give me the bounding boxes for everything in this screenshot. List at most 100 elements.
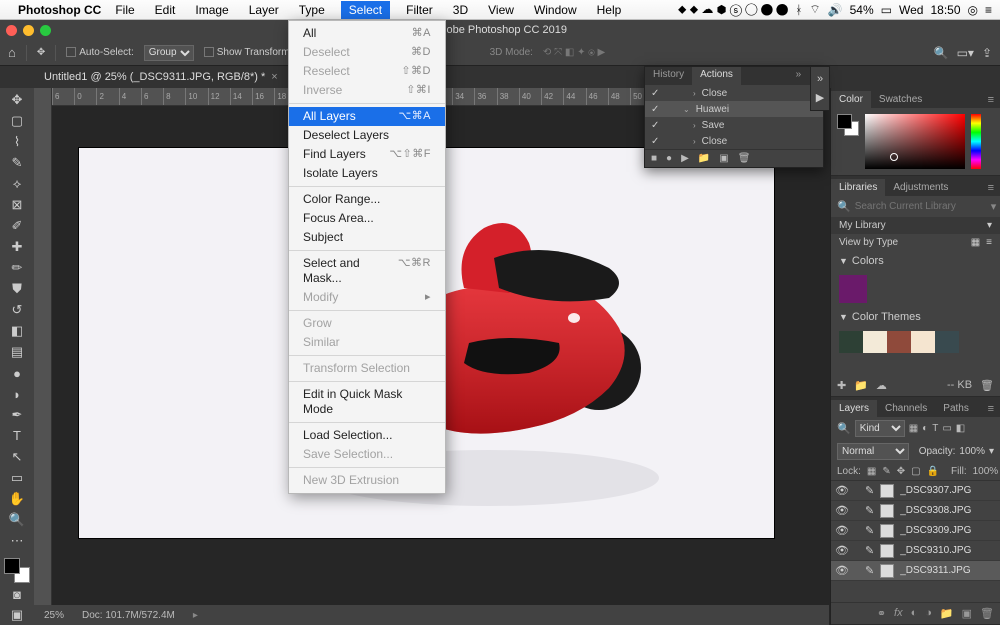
menu-item-select-and-mask-[interactable]: Select and Mask...⌥⌘R (289, 254, 445, 288)
new-set-icon[interactable]: 📁 (698, 153, 710, 164)
move-tool[interactable]: ✥ (3, 91, 31, 110)
zoom-level[interactable]: 25% (44, 610, 64, 621)
record-icon[interactable]: ● (666, 153, 672, 164)
new-action-icon[interactable]: ▣ (719, 153, 728, 164)
layer-row[interactable]: 👁✎_DSC9311.JPG (831, 561, 1000, 581)
healing-tool[interactable]: ✚ (3, 238, 31, 257)
menu-item-deselect-layers[interactable]: Deselect Layers (289, 126, 445, 145)
menu-item-subject[interactable]: Subject (289, 228, 445, 247)
menu-edit[interactable]: Edit (151, 1, 180, 19)
menu-item-load-selection-[interactable]: Load Selection... (289, 426, 445, 445)
filter-pixel-icon[interactable]: ▦ (909, 423, 918, 434)
delete-action-icon[interactable]: 🗑 (738, 153, 751, 164)
fx-icon[interactable]: fx (894, 607, 903, 620)
visibility-icon[interactable]: 👁 (835, 484, 847, 497)
menu-select[interactable]: Select (341, 1, 390, 19)
spotlight-icon[interactable]: ◎ (968, 3, 978, 17)
stop-icon[interactable]: ■ (651, 153, 657, 164)
new-layer-icon[interactable]: ▣ (962, 607, 972, 620)
window-maximize-button[interactable] (40, 25, 51, 36)
lock-position-icon[interactable]: ✥ (897, 466, 905, 477)
volume-icon[interactable]: 🔊 (828, 3, 843, 17)
menu-3d[interactable]: 3D (449, 1, 472, 19)
layer-row[interactable]: 👁✎_DSC9307.JPG (831, 481, 1000, 501)
group-icon[interactable]: 📁 (940, 607, 954, 620)
screen-mode-toggle[interactable]: ▣ (3, 606, 31, 625)
lock-icon[interactable]: 🔒 (927, 466, 939, 477)
doc-size[interactable]: Doc: 101.7M/572.4M (82, 610, 175, 621)
home-icon[interactable]: ⌂ (8, 45, 16, 60)
menu-item-edit-in-quick-mask-mode[interactable]: Edit in Quick Mask Mode (289, 385, 445, 419)
menu-item-all[interactable]: All⌘A (289, 24, 445, 43)
notification-icon[interactable]: ≡ (985, 3, 992, 17)
vertical-ruler[interactable] (34, 88, 52, 625)
hue-slider[interactable] (971, 114, 981, 169)
cloud-icon[interactable]: ☁ (876, 379, 887, 392)
menu-type[interactable]: Type (295, 1, 329, 19)
visibility-icon[interactable]: 👁 (835, 504, 847, 517)
opacity-value[interactable]: 100% (959, 446, 985, 457)
tab-paths[interactable]: Paths (935, 400, 977, 417)
layer-row[interactable]: 👁✎_DSC9309.JPG (831, 521, 1000, 541)
link-layers-icon[interactable]: ⚭ (877, 607, 886, 620)
color-fg-bg[interactable] (837, 114, 859, 136)
bluetooth-icon[interactable]: ᚼ (795, 3, 802, 17)
quick-select-tool[interactable]: ✎ (3, 154, 31, 173)
menu-help[interactable]: Help (593, 1, 626, 19)
panel-menu-icon[interactable]: ≡ (982, 401, 1000, 417)
panel-menu-icon[interactable]: ≡ (982, 180, 1000, 196)
panel-menu-icon[interactable]: ≡ (982, 92, 1000, 108)
hand-tool[interactable]: ✋ (3, 489, 31, 508)
tab-libraries[interactable]: Libraries (831, 179, 885, 196)
dodge-tool[interactable]: ◗ (3, 385, 31, 404)
eyedropper-tool[interactable]: ✐ (3, 217, 31, 236)
share-icon[interactable]: ⇪ (982, 46, 992, 60)
visibility-icon[interactable]: 👁 (835, 544, 847, 557)
visibility-icon[interactable]: 👁 (835, 564, 847, 577)
mask-icon[interactable]: ◐ (911, 607, 918, 620)
lock-artboard-icon[interactable]: ▢ (911, 466, 920, 477)
type-tool[interactable]: T (3, 427, 31, 446)
library-search[interactable]: 🔍 ▾ (831, 196, 1000, 217)
menu-item-find-layers[interactable]: Find Layers⌥⇧⌘F (289, 145, 445, 164)
menu-item-focus-area-[interactable]: Focus Area... (289, 209, 445, 228)
action-row[interactable]: ✓›Close (645, 133, 823, 149)
workspace-icon[interactable]: ▭▾ (957, 46, 974, 60)
gradient-tool[interactable]: ▤ (3, 343, 31, 362)
filter-kind-dropdown[interactable]: Kind (855, 420, 905, 437)
brush-tool[interactable]: ✏ (3, 259, 31, 278)
pen-tool[interactable]: ✒ (3, 406, 31, 425)
filter-adjust-icon[interactable]: ◐ (922, 423, 928, 434)
history-brush-tool[interactable]: ↺ (3, 301, 31, 320)
menu-item-all-layers[interactable]: All Layers⌥⌘A (289, 107, 445, 126)
stamp-tool[interactable]: ⛊ (3, 280, 31, 299)
action-row[interactable]: ✓⌄Huawei (645, 101, 823, 117)
quick-mask-toggle[interactable]: ◙ (3, 585, 31, 604)
fill-layer-icon[interactable]: ◑ (925, 607, 932, 620)
layer-row[interactable]: 👁✎_DSC9308.JPG (831, 501, 1000, 521)
menu-layer[interactable]: Layer (245, 1, 283, 19)
tab-color[interactable]: Color (831, 91, 871, 108)
play-icon[interactable]: ▶ (681, 153, 689, 164)
tab-layers[interactable]: Layers (831, 400, 877, 417)
document-tab[interactable]: Untitled1 @ 25% (_DSC9311.JPG, RGB/8*) *… (36, 68, 286, 86)
eraser-tool[interactable]: ◧ (3, 322, 31, 341)
collapse-strip-icon[interactable]: » (817, 73, 823, 85)
menu-image[interactable]: Image (191, 1, 232, 19)
filter-type-icon[interactable]: T (932, 423, 938, 434)
close-tab-icon[interactable]: × (271, 71, 277, 83)
crop-tool[interactable]: ⟡ (3, 175, 31, 194)
window-close-button[interactable] (6, 25, 17, 36)
tab-swatches[interactable]: Swatches (871, 91, 930, 108)
delete-layer-icon[interactable]: 🗑 (980, 607, 994, 620)
view-by-type[interactable]: View by Type ▦≡ (831, 234, 1000, 251)
blend-mode-dropdown[interactable]: Normal (837, 443, 909, 460)
add-icon[interactable]: ✚ (837, 379, 846, 392)
fill-value[interactable]: 100% (973, 466, 999, 477)
zoom-tool[interactable]: 🔍 (3, 510, 31, 529)
tab-actions[interactable]: Actions (692, 67, 741, 85)
library-selector[interactable]: My Library▾ (831, 217, 1000, 234)
play-strip-icon[interactable]: ▶ (816, 91, 824, 104)
lasso-tool[interactable]: ⌇ (3, 133, 31, 152)
folder-icon[interactable]: 📁 (854, 379, 868, 392)
